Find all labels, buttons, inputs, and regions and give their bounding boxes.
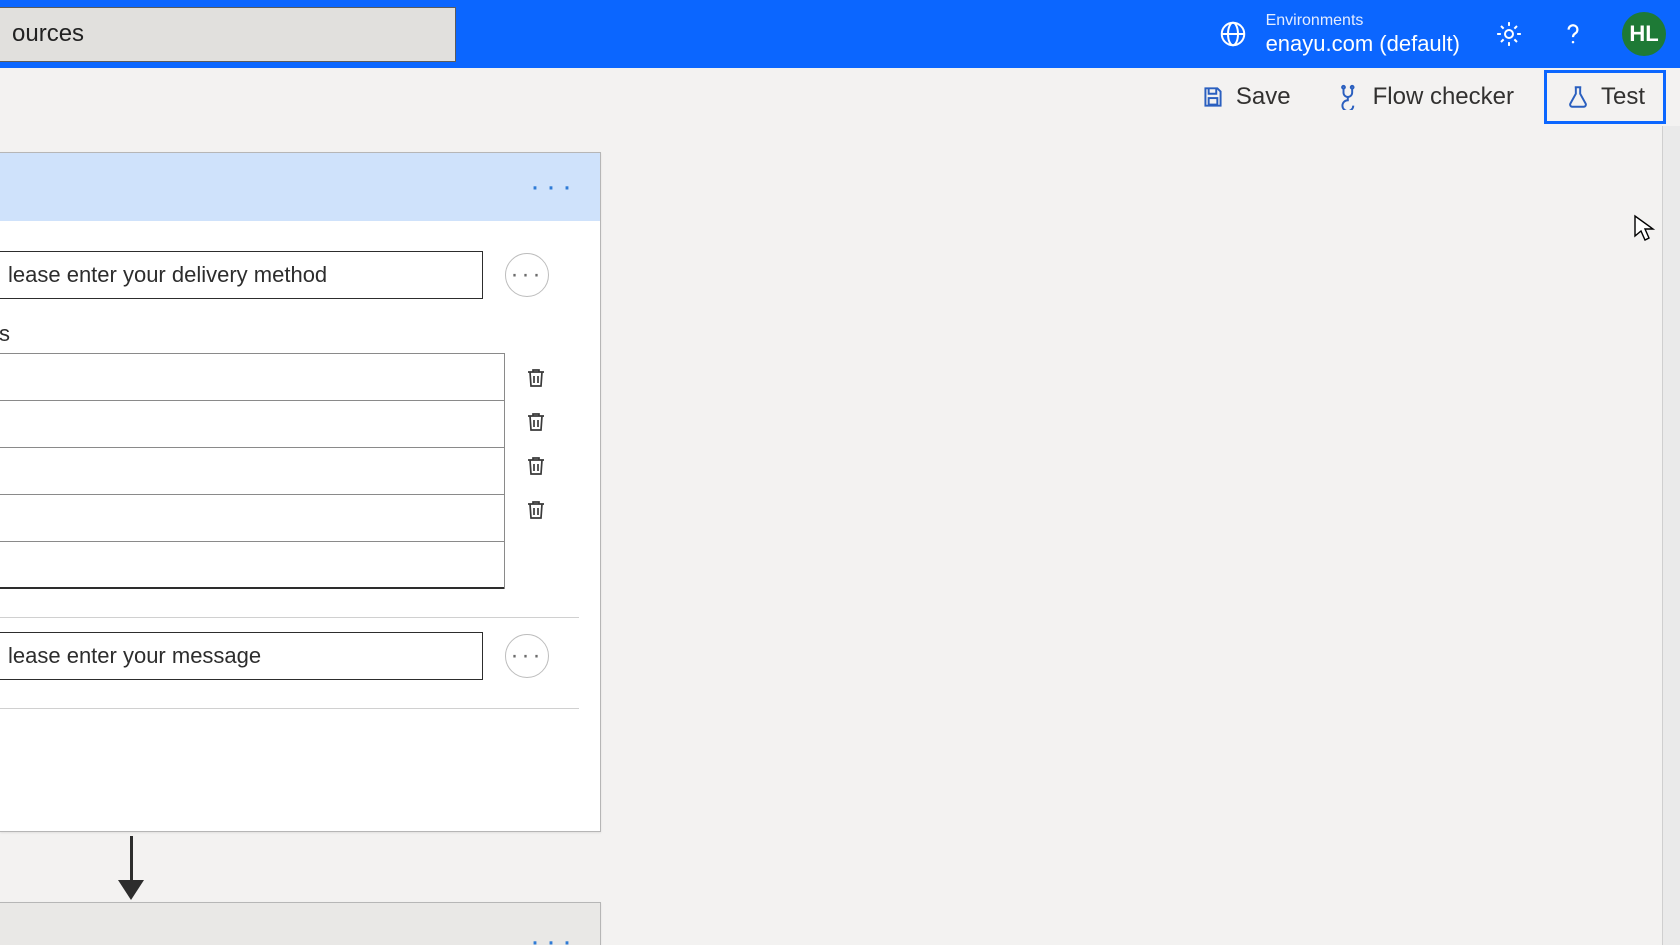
delivery-method-input[interactable] [0, 251, 483, 299]
trash-icon[interactable] [521, 407, 551, 437]
avatar-initials: HL [1629, 21, 1658, 47]
field-row-delivery: ··· [0, 251, 574, 299]
cursor-icon [1632, 214, 1660, 244]
message-input[interactable] [0, 632, 483, 680]
options-list [0, 353, 505, 589]
gear-icon[interactable] [1494, 19, 1524, 49]
card-body: ··· s [0, 221, 600, 751]
divider [0, 708, 579, 709]
scrollbar-track[interactable] [1662, 126, 1680, 945]
field-menu-icon[interactable]: ··· [505, 634, 549, 678]
test-button[interactable]: Test [1544, 70, 1666, 124]
options-label: s [0, 321, 574, 347]
flow-arrow-icon [118, 836, 144, 900]
option-row[interactable] [0, 495, 504, 542]
card-menu-icon[interactable]: ··· [530, 172, 578, 202]
trash-icon[interactable] [521, 363, 551, 393]
globe-icon [1218, 19, 1248, 49]
card-menu-icon[interactable]: ··· [530, 927, 578, 945]
environment-label: Environments [1266, 12, 1460, 30]
avatar[interactable]: HL [1622, 12, 1666, 56]
environment-name: enayu.com (default) [1266, 31, 1460, 56]
option-row[interactable] [0, 354, 504, 401]
environment-picker[interactable]: Environments enayu.com (default) [1218, 12, 1460, 56]
save-button[interactable]: Save [1184, 73, 1307, 121]
flow-card-options[interactable]: ··· ··· s [0, 152, 601, 832]
help-icon[interactable] [1558, 19, 1588, 49]
top-right-controls: Environments enayu.com (default) HL [1218, 12, 1666, 56]
search-input[interactable]: ources [0, 7, 456, 62]
trash-icon[interactable] [521, 495, 551, 525]
action-toolbar: Save Flow checker Test [0, 68, 1680, 126]
option-row[interactable] [0, 401, 504, 448]
card-header: ··· [0, 903, 600, 945]
flow-canvas[interactable]: ··· ··· s [0, 126, 1680, 945]
test-label: Test [1601, 83, 1645, 111]
flow-checker-label: Flow checker [1373, 83, 1514, 111]
options-block [0, 353, 574, 589]
flow-card-next[interactable]: ··· [0, 902, 601, 945]
field-row-message: ··· [0, 632, 574, 680]
trash-icon[interactable] [521, 451, 551, 481]
top-bar: ources Environments enayu.com (default) [0, 0, 1680, 68]
field-menu-icon[interactable]: ··· [505, 253, 549, 297]
save-label: Save [1236, 83, 1291, 111]
option-row[interactable] [0, 542, 504, 589]
divider [0, 617, 579, 618]
search-text: ources [12, 20, 84, 48]
option-row[interactable] [0, 448, 504, 495]
card-header: ··· [0, 153, 600, 221]
flow-checker-button[interactable]: Flow checker [1321, 73, 1530, 121]
delete-column [521, 353, 551, 525]
